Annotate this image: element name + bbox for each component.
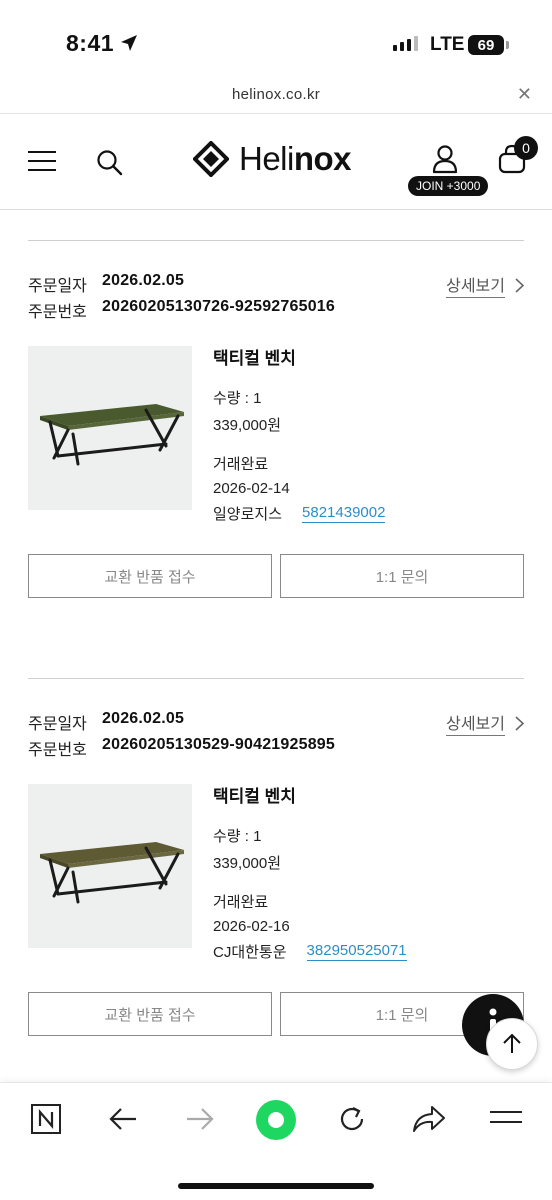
- quantity: 수량 : 1: [213, 390, 262, 407]
- carrier-name: 일양로지스: [213, 506, 283, 523]
- home-indicator: [178, 1183, 374, 1189]
- signal-icon: [393, 36, 418, 51]
- order-card: 주문일자 2026.02.05 주문번호 20260205130726-9259…: [28, 272, 524, 612]
- browser-bottom-bar: [0, 1082, 552, 1200]
- order-status: 거래완료: [213, 456, 269, 473]
- detail-link[interactable]: 상세보기: [446, 710, 524, 736]
- price: 339,000원: [213, 417, 282, 434]
- bench-image: [40, 842, 184, 904]
- product-image[interactable]: [28, 784, 192, 948]
- order-date: 2026.02.05: [102, 272, 185, 289]
- status-time: 8:41: [66, 30, 115, 56]
- bench-image: [40, 404, 184, 466]
- exchange-return-button[interactable]: 교환 반품 접수: [28, 992, 272, 1036]
- close-icon[interactable]: ✕: [517, 84, 532, 105]
- order-date-row: 주문일자 2026.02.05: [28, 272, 184, 296]
- order-date-label: 주문일자: [28, 278, 87, 295]
- shipping-row: 일양로지스 5821439002: [213, 503, 386, 524]
- order-card: 주문일자 2026.02.05 주문번호 20260205130529-9042…: [28, 710, 524, 1050]
- logo-mark-icon: [193, 141, 229, 177]
- tracking-number-link[interactable]: 5821439002: [302, 504, 386, 523]
- order-date-label: 주문일자: [28, 716, 87, 733]
- order-number-label: 주문번호: [28, 742, 87, 759]
- inquiry-button[interactable]: 1:1 문의: [280, 554, 524, 598]
- join-badge[interactable]: JOIN +3000: [408, 176, 489, 196]
- naver-n-icon[interactable]: [30, 1103, 62, 1135]
- detail-link-label[interactable]: 상세보기: [446, 272, 505, 298]
- network-type: LTE: [430, 34, 465, 55]
- order-number: 20260205130726-92592765016: [102, 298, 335, 315]
- menu-icon[interactable]: [28, 151, 56, 171]
- site-header: Helinox JOIN +3000 0: [0, 114, 552, 210]
- quantity: 수량 : 1: [213, 828, 262, 845]
- forward-arrow-icon[interactable]: [185, 1105, 215, 1133]
- order-number-row: 주문번호 20260205130529-90421925895: [28, 736, 335, 760]
- status-date: 2026-02-16: [213, 918, 290, 935]
- reload-icon[interactable]: [336, 1103, 368, 1135]
- status-date: 2026-02-14: [213, 480, 290, 497]
- chevron-right-icon: [515, 277, 524, 293]
- search-icon[interactable]: [96, 149, 124, 177]
- share-icon[interactable]: [412, 1105, 446, 1133]
- scroll-top-button[interactable]: [486, 1018, 538, 1070]
- order-status: 거래완료: [213, 894, 269, 911]
- product-name[interactable]: 택티컬 벤치: [213, 344, 385, 369]
- exchange-return-button[interactable]: 교환 반품 접수: [28, 554, 272, 598]
- order-date-row: 주문일자 2026.02.05: [28, 710, 184, 734]
- carrier-name: CJ대한통운: [213, 944, 287, 961]
- divider: [28, 240, 524, 241]
- logo-text: Helinox: [239, 140, 352, 177]
- battery-icon: 69: [468, 35, 509, 55]
- back-arrow-icon[interactable]: [108, 1105, 138, 1133]
- order-number-label: 주문번호: [28, 304, 87, 321]
- product-info: 택티컬 벤치 수량 : 1 339,000원 거래완료 2026-02-14 일…: [213, 344, 386, 524]
- helinox-logo[interactable]: Helinox: [193, 140, 352, 178]
- order-number-row: 주문번호 20260205130726-92592765016: [28, 298, 335, 322]
- detail-link[interactable]: 상세보기: [446, 272, 524, 298]
- product-name[interactable]: 택티컬 벤치: [213, 782, 407, 807]
- battery-level: 69: [477, 36, 495, 54]
- record-icon[interactable]: [255, 1099, 297, 1141]
- price: 339,000원: [213, 855, 282, 872]
- tracking-number-link[interactable]: 382950525071: [306, 942, 407, 961]
- user-icon[interactable]: [431, 144, 459, 174]
- url-text[interactable]: helinox.co.kr: [0, 86, 552, 103]
- status-bar: 8:41 LTE 69: [0, 0, 552, 80]
- arrow-up-icon: [503, 1033, 521, 1053]
- product-info: 택티컬 벤치 수량 : 1 339,000원 거래완료 2026-02-16 C…: [213, 782, 407, 962]
- url-bar[interactable]: helinox.co.kr ✕: [0, 80, 552, 114]
- location-arrow-icon: [121, 35, 137, 51]
- divider: [28, 678, 524, 679]
- menu-icon[interactable]: [490, 1111, 522, 1123]
- cart-count-badge: 0: [514, 136, 538, 160]
- product-image[interactable]: [28, 346, 192, 510]
- order-number: 20260205130529-90421925895: [102, 736, 335, 753]
- detail-link-label[interactable]: 상세보기: [446, 710, 505, 736]
- order-date: 2026.02.05: [102, 710, 185, 727]
- chevron-right-icon: [515, 715, 524, 731]
- shipping-row: CJ대한통운 382950525071: [213, 941, 407, 962]
